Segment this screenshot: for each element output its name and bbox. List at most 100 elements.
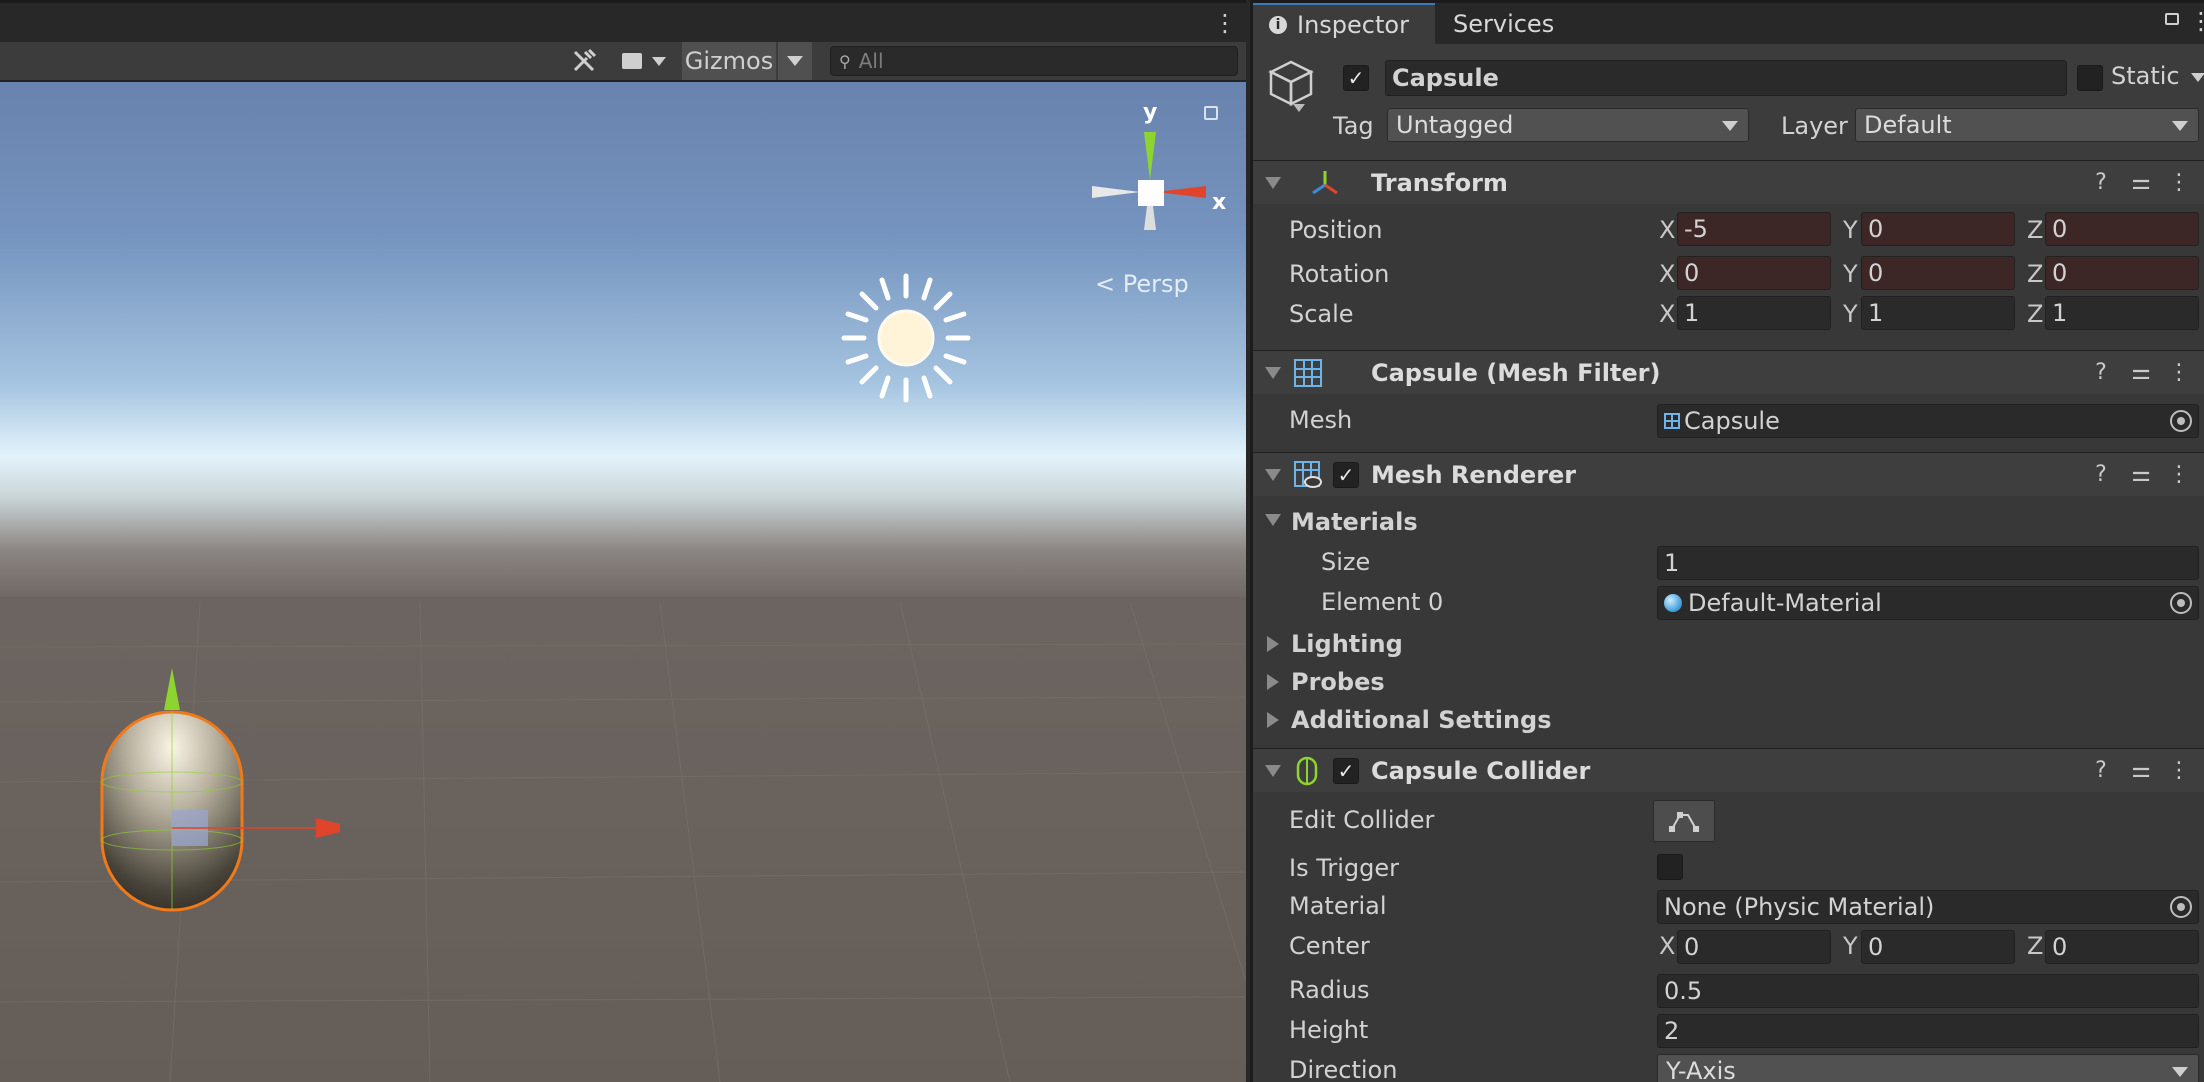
mesh-filter-title: Capsule (Mesh Filter) bbox=[1371, 359, 1661, 387]
preset-icon[interactable]: ⚌ bbox=[2127, 461, 2155, 489]
center-label: Center bbox=[1289, 932, 1370, 960]
is-trigger-checkbox[interactable] bbox=[1657, 854, 1683, 880]
scene-search-input[interactable]: ⚲ All bbox=[830, 46, 1238, 76]
capsule-object[interactable] bbox=[60, 582, 340, 942]
collider-material-label: Material bbox=[1289, 892, 1387, 920]
inspector-menu-icon[interactable]: ⋮ bbox=[2189, 9, 2204, 33]
tab-services[interactable]: Services bbox=[1449, 3, 1589, 44]
transform-title: Transform bbox=[1371, 169, 1508, 197]
mesh-grid-icon bbox=[1664, 413, 1680, 429]
preset-icon[interactable]: ⚌ bbox=[2127, 169, 2155, 197]
edit-collider-button[interactable] bbox=[1653, 800, 1715, 842]
height-field[interactable]: 2 bbox=[1657, 1014, 2199, 1048]
gizmo-y-label: y bbox=[1143, 100, 1158, 125]
directional-light-icon[interactable] bbox=[836, 268, 976, 408]
active-checkbox[interactable]: ✓ bbox=[1343, 65, 1369, 91]
mesh-renderer-foldout-icon[interactable] bbox=[1265, 469, 1281, 481]
static-dropdown[interactable]: Static bbox=[2111, 62, 2204, 90]
gizmos-button[interactable]: Gizmos bbox=[682, 42, 776, 80]
scale-y-field[interactable]: 1 bbox=[1861, 296, 2015, 330]
mesh-label: Mesh bbox=[1289, 406, 1353, 434]
scale-z-field[interactable]: 1 bbox=[2045, 296, 2199, 330]
capsule-collider-header[interactable]: ✓ Capsule Collider ? ⚌ ⋮ bbox=[1253, 748, 2204, 792]
edit-collider-icon bbox=[1669, 812, 1699, 832]
icon-chevron-down-icon[interactable] bbox=[1293, 104, 1305, 112]
help-icon[interactable]: ? bbox=[2087, 757, 2115, 785]
position-x-axis: X bbox=[1659, 216, 1676, 244]
edit-collider-row: Edit Collider bbox=[1253, 800, 2204, 844]
layer-label: Layer bbox=[1781, 112, 1848, 140]
lock-icon[interactable] bbox=[2165, 13, 2179, 25]
capsule-collider-icon bbox=[1296, 756, 1318, 786]
inspector-panel: i Inspector Services ⋮ ✓ Capsule Static … bbox=[1250, 0, 2204, 1082]
gizmos-chevron-down-icon[interactable] bbox=[778, 42, 812, 80]
rotation-y-field[interactable]: 0 bbox=[1861, 256, 2015, 290]
scale-x-field[interactable]: 1 bbox=[1677, 296, 1831, 330]
component-menu-icon[interactable]: ⋮ bbox=[2165, 359, 2193, 387]
mesh-renderer-header[interactable]: ✓ Mesh Renderer ? ⚌ ⋮ bbox=[1253, 452, 2204, 496]
mesh-row: Mesh Capsule bbox=[1253, 404, 2204, 444]
lighting-foldout[interactable]: Lighting bbox=[1253, 626, 2204, 662]
mesh-field[interactable]: Capsule bbox=[1657, 404, 2199, 438]
capsule-collider-foldout-icon[interactable] bbox=[1265, 765, 1281, 777]
size-field[interactable]: 1 bbox=[1657, 546, 2199, 580]
tag-dropdown[interactable]: Untagged bbox=[1387, 108, 1749, 142]
layer-dropdown[interactable]: Default bbox=[1855, 108, 2199, 142]
position-z-field[interactable]: 0 bbox=[2045, 212, 2199, 246]
lighting-foldout-icon[interactable] bbox=[1267, 636, 1279, 652]
mesh-filter-header[interactable]: Capsule (Mesh Filter) ? ⚌ ⋮ bbox=[1253, 350, 2204, 394]
perspective-toggle[interactable]: < Persp bbox=[1095, 270, 1189, 298]
object-picker-icon[interactable] bbox=[2170, 592, 2192, 614]
materials-foldout-icon[interactable] bbox=[1265, 514, 1281, 526]
persp-icon: < bbox=[1095, 270, 1116, 298]
orientation-gizmo[interactable]: y x bbox=[1080, 100, 1230, 252]
center-z-field[interactable]: 0 bbox=[2045, 930, 2199, 964]
gizmo-x-label: x bbox=[1212, 190, 1227, 215]
center-y-field[interactable]: 0 bbox=[1861, 930, 2015, 964]
component-menu-icon[interactable]: ⋮ bbox=[2165, 757, 2193, 785]
capsule-collider-title: Capsule Collider bbox=[1371, 757, 1591, 785]
radius-field[interactable]: 0.5 bbox=[1657, 974, 2199, 1008]
direction-dropdown[interactable]: Y-Axis bbox=[1657, 1054, 2199, 1082]
mesh-filter-foldout-icon[interactable] bbox=[1265, 367, 1281, 379]
help-icon[interactable]: ? bbox=[2087, 359, 2115, 387]
static-checkbox[interactable] bbox=[2077, 65, 2103, 91]
center-x-field[interactable]: 0 bbox=[1677, 930, 1831, 964]
probes-foldout[interactable]: Probes bbox=[1253, 664, 2204, 700]
mesh-renderer-header-icons: ? ⚌ ⋮ bbox=[2087, 461, 2197, 489]
rotation-row: Rotation X 0 Y 0 Z 0 bbox=[1253, 256, 2204, 296]
additional-settings-foldout[interactable]: Additional Settings bbox=[1253, 702, 2204, 738]
persp-label: Persp bbox=[1122, 270, 1189, 298]
help-icon[interactable]: ? bbox=[2087, 461, 2115, 489]
position-y-field[interactable]: 0 bbox=[1861, 212, 2015, 246]
preset-icon[interactable]: ⚌ bbox=[2127, 359, 2155, 387]
help-icon[interactable]: ? bbox=[2087, 169, 2115, 197]
transform-foldout-icon[interactable] bbox=[1265, 177, 1281, 189]
tools-icon[interactable] bbox=[562, 42, 606, 80]
materials-foldout[interactable]: Materials bbox=[1253, 504, 2204, 540]
position-x-field[interactable]: -5 bbox=[1677, 212, 1831, 246]
gizmos-label: Gizmos bbox=[684, 47, 774, 75]
preset-icon[interactable]: ⚌ bbox=[2127, 757, 2155, 785]
rotation-x-field[interactable]: 0 bbox=[1677, 256, 1831, 290]
capsule-collider-enabled-checkbox[interactable]: ✓ bbox=[1333, 758, 1359, 784]
gizmo-lock-icon[interactable] bbox=[1204, 106, 1218, 120]
rotation-z-field[interactable]: 0 bbox=[2045, 256, 2199, 290]
camera-dropdown[interactable] bbox=[612, 42, 676, 80]
scene-viewport[interactable]: y x < Persp bbox=[0, 82, 1246, 1082]
probes-foldout-icon[interactable] bbox=[1267, 674, 1279, 690]
element0-field[interactable]: Default-Material bbox=[1657, 586, 2199, 620]
mesh-renderer-enabled-checkbox[interactable]: ✓ bbox=[1333, 462, 1359, 488]
tab-inspector[interactable]: i Inspector bbox=[1253, 3, 1435, 44]
object-picker-icon[interactable] bbox=[2170, 410, 2192, 432]
collider-material-field[interactable]: None (Physic Material) bbox=[1657, 890, 2199, 924]
transform-header[interactable]: Transform ? ⚌ ⋮ bbox=[1253, 160, 2204, 204]
additional-settings-foldout-icon[interactable] bbox=[1267, 712, 1279, 728]
scene-view[interactable]: ⋮ Gizmos ⚲ All y x < Persp bbox=[0, 0, 1246, 1082]
scene-menu-icon[interactable]: ⋮ bbox=[1213, 11, 1237, 39]
object-name-field[interactable]: Capsule bbox=[1385, 60, 2067, 96]
component-menu-icon[interactable]: ⋮ bbox=[2165, 461, 2193, 489]
component-menu-icon[interactable]: ⋮ bbox=[2165, 169, 2193, 197]
object-picker-icon[interactable] bbox=[2170, 896, 2192, 918]
layer-chevron-down-icon bbox=[2172, 121, 2188, 131]
